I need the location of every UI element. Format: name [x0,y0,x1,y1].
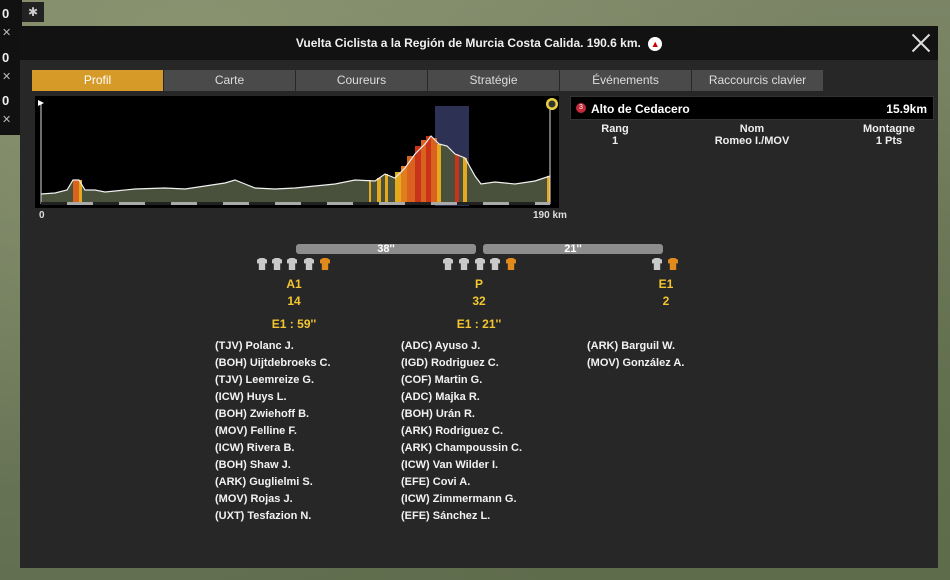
rider-name[interactable]: (BOH) Shaw J. [215,459,291,471]
climb-category-badge: 3 [576,103,586,113]
jersey-icon [257,258,267,270]
tab-coureurs[interactable]: Coureurs [296,70,427,91]
tab-evenements[interactable]: Événements [560,70,691,91]
col-montagne: Montagne [863,123,915,135]
group-e1-label: E1 [658,277,674,291]
profile-km-end: 190 km [533,210,567,221]
rider-name[interactable]: (ARK) Champoussin C. [401,442,522,454]
rider-name[interactable]: (MOV) Felline F. [215,425,297,437]
stage-profile-graph[interactable] [35,96,559,208]
jersey-icon [443,258,453,270]
tab-bar: Profil Carte Coureurs Stratégie Événemen… [32,70,824,92]
group-p-count: 32 [472,294,486,308]
rider-name[interactable]: (ARK) Guglielmi S. [215,476,313,488]
climb-distance: 15.9km [886,102,927,116]
close-button[interactable] [910,31,932,53]
crossed-arrows-icon: ✕ [2,114,12,126]
jersey-icon [459,258,469,270]
rider-name[interactable]: (BOH) Urán R. [401,408,475,420]
jersey-icon [506,258,516,270]
jersey-icon [490,258,500,270]
tab-carte[interactable]: Carte [164,70,295,91]
rider-name[interactable]: (UXT) Tesfazion N. [215,510,311,522]
hud-counters: 0 ✕ 0 ✕ 0 ✕ [0,0,22,135]
jersey-icon [272,258,282,270]
cell-rang: 1 [611,135,619,147]
tab-profil[interactable]: Profil [32,70,163,91]
jersey-icon [668,258,678,270]
rider-name[interactable]: (ICW) Van Wilder I. [401,459,498,471]
rider-name[interactable]: (MOV) Rojas J. [215,493,293,505]
jersey-icon [320,258,330,270]
rider-name[interactable]: (ICW) Rivera B. [215,442,294,454]
climb-name: Alto de Cedacero [591,102,690,116]
rider-name[interactable]: (TJV) Leemreize G. [215,374,314,386]
rider-name[interactable]: (MOV) González A. [587,357,684,369]
climb-table-row: 1 Romeo I./MOV 1 Pts [570,135,934,147]
col-nom: Nom [739,123,765,135]
window-title: Vuelta Ciclista a la Región de Murcia Co… [20,36,938,51]
gap-bar-2: 21'' [483,244,663,255]
rider-name[interactable]: (BOH) Uijtdebroeks C. [215,357,331,369]
tab-strategie[interactable]: Stratégie [428,70,559,91]
jersey-icon [304,258,314,270]
rider-name[interactable]: (EFE) Covi A. [401,476,470,488]
cell-montagne: 1 Pts [875,135,903,147]
rider-name[interactable]: (ADC) Ayuso J. [401,340,480,352]
group-a1-gap: E1 : 59'' [271,317,317,331]
group-p-label: P [474,277,483,291]
tab-raccourcis[interactable]: Raccourcis clavier [692,70,823,91]
cell-nom: Romeo I./MOV [714,135,790,147]
group-e1-count: 2 [662,294,670,308]
distance-scale [41,202,550,205]
rider-name[interactable]: (ARK) Rodriguez C. [401,425,503,437]
rider-icon[interactable]: ✱ [22,2,44,22]
rider-name[interactable]: (EFE) Sánchez L. [401,510,490,522]
climb-table-header: Rang Nom Montagne [570,123,934,135]
group-a1-count: 14 [287,294,301,308]
hud-counter-2: 0 [2,50,10,65]
profile-km-start: 0 [39,210,45,221]
group-p-gap: E1 : 21'' [456,317,502,331]
rider-name[interactable]: (COF) Martin G. [401,374,482,386]
hud-counter-1: 0 [2,6,10,21]
climb-standings: Rang Nom Montagne 1 Romeo I./MOV 1 Pts [570,123,934,147]
group-a1-label: A1 [286,277,302,291]
crossed-arrows-icon: ✕ [2,27,12,39]
rider-name[interactable]: (ICW) Huys L. [215,391,287,403]
rider-name[interactable]: (ADC) Majka R. [401,391,480,403]
mountain-stage-icon: ▲ [648,36,663,51]
stage-window: Vuelta Ciclista a la Región de Murcia Co… [20,26,938,568]
jersey-icon [287,258,297,270]
col-rang: Rang [601,123,629,135]
jersey-icon [652,258,662,270]
crossed-arrows-icon: ✕ [2,71,12,83]
rider-name[interactable]: (IGD) Rodriguez C. [401,357,499,369]
climb-header: 3 Alto de Cedacero 15.9km [570,96,934,120]
jersey-icon [475,258,485,270]
window-header: Vuelta Ciclista a la Región de Murcia Co… [20,26,938,60]
rider-name[interactable]: (ARK) Barguil W. [587,340,675,352]
stage-title: Vuelta Ciclista a la Región de Murcia Co… [295,36,641,50]
rider-name[interactable]: (BOH) Zwiehoff B. [215,408,309,420]
rider-name[interactable]: (ICW) Zimmermann G. [401,493,517,505]
rider-name[interactable]: (TJV) Polanc J. [215,340,294,352]
gap-bar-1: 38'' [296,244,476,255]
hud-counter-3: 0 [2,93,10,108]
